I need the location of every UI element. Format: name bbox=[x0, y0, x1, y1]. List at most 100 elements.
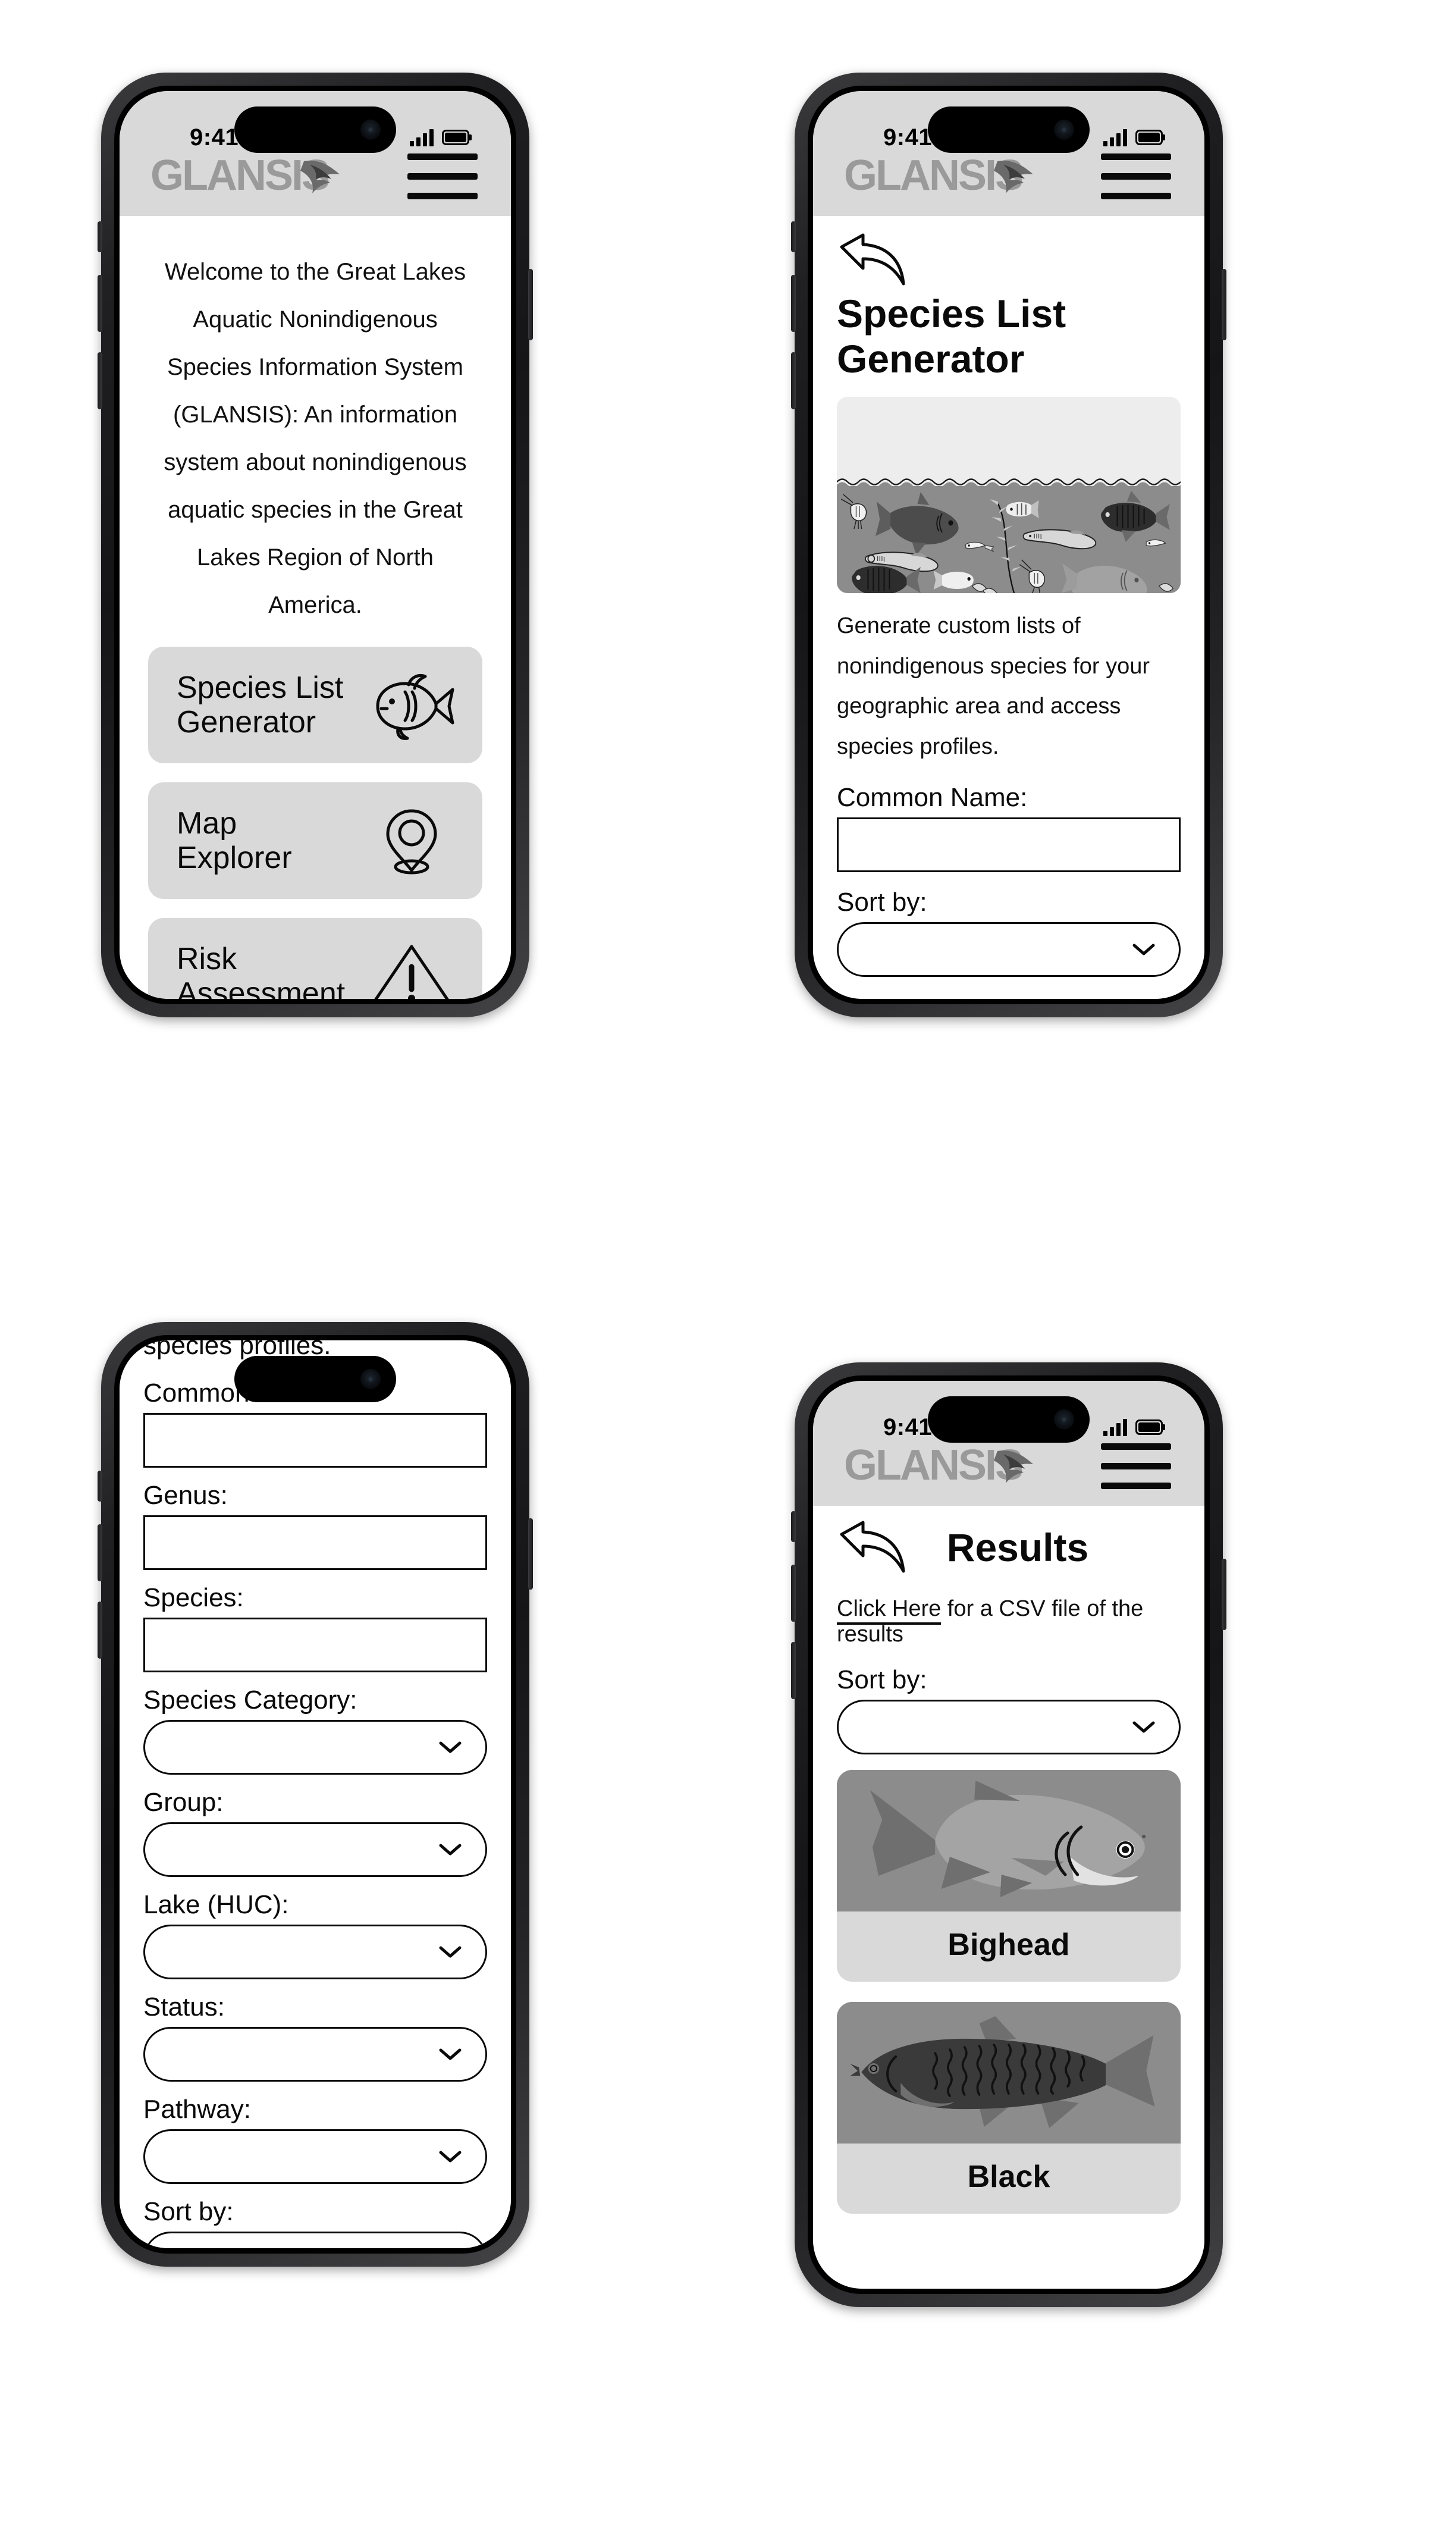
dynamic-island bbox=[234, 1356, 396, 1402]
sidebar-item-species-list-generator[interactable]: Species List Generator bbox=[148, 647, 482, 763]
field-label: Lake (HUC): bbox=[143, 1890, 289, 1919]
screenshot-canvas: 9:41 GLANSIS GLANSIS bbox=[0, 0, 1456, 2532]
list-item[interactable]: Black bbox=[837, 2002, 1181, 2214]
home-nav-list: Species List Generator Map Explorer Risk… bbox=[120, 647, 511, 999]
dynamic-island bbox=[234, 106, 396, 153]
phone-bezel: 9:41 GLANSIS bbox=[808, 1375, 1210, 2294]
field-pathway: Pathway: bbox=[143, 2095, 487, 2184]
field-label: Status: bbox=[143, 1992, 225, 2022]
field-label: Common Name: bbox=[837, 782, 1028, 812]
field-species-category: Species Category: bbox=[143, 1685, 487, 1775]
chevron-down-icon bbox=[438, 1945, 462, 1959]
species-category-select[interactable] bbox=[143, 1720, 487, 1775]
chevron-down-icon bbox=[438, 2047, 462, 2061]
black-carp-icon bbox=[837, 2002, 1181, 2144]
slg-body: Species List Generator Generate custom l… bbox=[813, 216, 1204, 999]
advanced-filters-row: Advanced Filters bbox=[837, 992, 1181, 999]
field-label: Sort by: bbox=[837, 887, 927, 917]
field-genus: Genus: bbox=[143, 1481, 487, 1570]
nav-card-label: Map Explorer bbox=[177, 806, 292, 875]
front-camera-icon bbox=[360, 1369, 381, 1389]
phone-frame-home: 9:41 GLANSIS GLANSIS bbox=[98, 73, 533, 1017]
back-arrow-icon[interactable] bbox=[837, 233, 908, 287]
field-group: Group: bbox=[143, 1788, 487, 1877]
cellular-bars-icon bbox=[1103, 1418, 1127, 1436]
common-name-input[interactable] bbox=[837, 817, 1181, 872]
aquarium-illustration bbox=[837, 397, 1181, 593]
status-time: 9:41 bbox=[190, 124, 239, 151]
field-label: Pathway: bbox=[143, 2095, 251, 2124]
field-sort-by: Sort by: bbox=[837, 1665, 1181, 1754]
dynamic-island bbox=[928, 1396, 1090, 1443]
csv-download-link[interactable]: Click Here bbox=[837, 1596, 942, 1625]
warning-triangle-icon bbox=[367, 938, 456, 999]
phone-bezel: species profiles. Common Name: Genus: Sp… bbox=[114, 1335, 516, 2254]
front-camera-icon bbox=[360, 120, 381, 140]
results-body: Results Click Here for a CSV file of the… bbox=[813, 1506, 1204, 2289]
status-select[interactable] bbox=[143, 2027, 487, 2082]
field-label: Species Category: bbox=[143, 1685, 357, 1715]
pathway-select[interactable] bbox=[143, 2129, 487, 2184]
cellular-bars-icon bbox=[1103, 129, 1127, 146]
battery-icon bbox=[1135, 1419, 1163, 1435]
sidebar-item-map-explorer[interactable]: Map Explorer bbox=[148, 782, 482, 899]
list-item[interactable]: Bighead bbox=[837, 1770, 1181, 1982]
field-label: Sort by: bbox=[143, 2197, 234, 2226]
battery-icon bbox=[442, 130, 469, 145]
screen-species-list-generator: 9:41 GLANSIS Species List Generator Gene… bbox=[813, 91, 1204, 999]
species-input[interactable] bbox=[143, 1618, 487, 1672]
advanced-filters-link[interactable]: Advanced Filters bbox=[837, 997, 1032, 999]
sort-by-select[interactable] bbox=[143, 2232, 487, 2248]
sort-by-select[interactable] bbox=[837, 922, 1181, 977]
battery-icon bbox=[1135, 130, 1163, 145]
field-lake-huc: Lake (HUC): bbox=[143, 1890, 487, 1979]
dynamic-island bbox=[928, 106, 1090, 153]
page-description: Generate custom lists of nonindigenous s… bbox=[837, 613, 1150, 759]
nav-card-label: Risk Assessment bbox=[177, 941, 346, 999]
chevron-down-icon bbox=[1132, 942, 1156, 957]
phone-frame-species-list-generator: 9:41 GLANSIS Species List Generator Gene… bbox=[791, 73, 1226, 1017]
nav-card-label: Species List Generator bbox=[177, 670, 344, 739]
page-title: Results bbox=[946, 1525, 1089, 1569]
group-select[interactable] bbox=[143, 1822, 487, 1877]
phone-bezel: 9:41 GLANSIS bbox=[808, 86, 1210, 1004]
genus-input[interactable] bbox=[143, 1515, 487, 1570]
chevron-down-icon bbox=[438, 1740, 462, 1754]
home-body: Welcome to the Great Lakes Aquatic Nonin… bbox=[120, 216, 511, 999]
screen-results: 9:41 GLANSIS Results Click Here for a CS… bbox=[813, 1381, 1204, 2289]
sidebar-item-risk-assessment[interactable]: Risk Assessment bbox=[148, 918, 482, 999]
field-label: Species: bbox=[143, 1583, 244, 1612]
slg-form: Common Name: Sort by: bbox=[813, 767, 1204, 999]
screen-home: 9:41 GLANSIS GLANSIS bbox=[120, 91, 511, 999]
page-title: Species List Generator bbox=[837, 292, 1066, 381]
common-name-input[interactable] bbox=[143, 1413, 487, 1468]
cellular-bars-icon bbox=[410, 129, 434, 146]
field-label: Group: bbox=[143, 1788, 224, 1817]
screen-advanced-filters: species profiles. Common Name: Genus: Sp… bbox=[120, 1340, 511, 2248]
chevron-down-icon bbox=[1132, 1720, 1156, 1734]
csv-download-line: Click Here for a CSV file of the results bbox=[813, 1575, 1204, 1647]
field-sort-by: Sort by: bbox=[837, 888, 1181, 977]
field-label: Sort by: bbox=[837, 1665, 927, 1694]
phone-frame-advanced-filters: species profiles. Common Name: Genus: Sp… bbox=[98, 1322, 533, 2267]
fish-icon bbox=[367, 666, 456, 744]
status-time: 9:41 bbox=[883, 1414, 933, 1440]
field-species: Species: bbox=[143, 1583, 487, 1672]
map-pin-icon bbox=[367, 802, 456, 879]
results-sort-form: Sort by: bbox=[813, 1647, 1204, 1754]
front-camera-icon bbox=[1054, 1409, 1074, 1430]
field-sort-by: Sort by: bbox=[143, 2197, 487, 2248]
phone-frame-results: 9:41 GLANSIS Results Click Here for a CS… bbox=[791, 1362, 1226, 2307]
lake-huc-select[interactable] bbox=[143, 1925, 487, 1979]
status-time: 9:41 bbox=[883, 124, 933, 151]
chevron-down-icon bbox=[438, 2149, 462, 2164]
advanced-filters-form: Common Name: Genus: Species: Spe bbox=[120, 1345, 511, 2248]
sort-by-select[interactable] bbox=[837, 1700, 1181, 1754]
back-row bbox=[813, 216, 1204, 287]
chevron-down-icon bbox=[438, 1842, 462, 1857]
result-species-name: Bighead bbox=[947, 1928, 1070, 1962]
field-label: Genus: bbox=[143, 1481, 228, 1510]
field-common-name: Common Name: bbox=[837, 783, 1181, 872]
field-status: Status: bbox=[143, 1992, 487, 2082]
back-arrow-icon[interactable] bbox=[837, 1520, 908, 1575]
